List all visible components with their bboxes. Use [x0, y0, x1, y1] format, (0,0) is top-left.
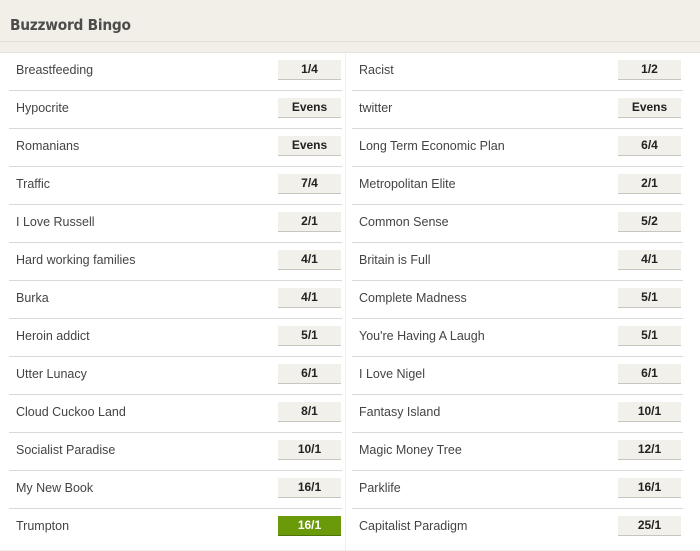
selections-column-right: Racist 1/2 twitter Evens Long Term Economic …	[352, 53, 683, 547]
buzzword-bingo-panel: Buzzword Bingo Breastfeeding 1/4 Hypocrite…	[0, 0, 700, 551]
selection-label: I Love Russell	[16, 215, 95, 229]
selection-label: Socialist Paradise	[16, 443, 116, 457]
selection-label: I Love Nigel	[359, 367, 426, 381]
odds-button[interactable]: 1/2	[618, 60, 681, 80]
selection-label: twitter	[359, 101, 393, 115]
selection-label: Capitalist Paradigm	[359, 519, 468, 533]
panel-title: Buzzword Bingo	[10, 16, 131, 34]
odds-button[interactable]: 12/1	[618, 440, 681, 460]
selection-row: I Love Russell 2/1	[9, 205, 342, 243]
selection-row: Heroin addict 5/1	[9, 319, 342, 357]
column-divider	[345, 53, 346, 551]
selection-label: Britain is Full	[359, 253, 431, 267]
selection-row: Metropolitan Elite 2/1	[352, 167, 683, 205]
odds-button[interactable]: 4/1	[278, 250, 341, 270]
selection-row: Common Sense 5/2	[352, 205, 683, 243]
selection-label: Parklife	[359, 481, 401, 495]
selection-label: Trumpton	[16, 519, 70, 533]
selection-label: Complete Madness	[359, 291, 467, 305]
selection-label: Magic Money Tree	[359, 443, 462, 457]
odds-button[interactable]: 6/1	[618, 364, 681, 384]
selection-label: Common Sense	[359, 215, 449, 229]
selection-row: Traffic 7/4	[9, 167, 342, 205]
odds-button[interactable]: Evens	[278, 136, 341, 156]
panel-header: Buzzword Bingo	[0, 0, 700, 42]
odds-button[interactable]: 5/2	[618, 212, 681, 232]
selection-label: Burka	[16, 291, 49, 305]
selection-row: Trumpton 16/1	[9, 509, 342, 547]
selection-row: Socialist Paradise 10/1	[9, 433, 342, 471]
selection-label: Fantasy Island	[359, 405, 441, 419]
odds-button[interactable]: 6/1	[278, 364, 341, 384]
selection-row: Burka 4/1	[9, 281, 342, 319]
selection-label: Breastfeeding	[16, 63, 94, 77]
selection-label: Romanians	[16, 139, 80, 153]
odds-button[interactable]: 4/1	[278, 288, 341, 308]
odds-button[interactable]: 4/1	[618, 250, 681, 270]
odds-button[interactable]: 16/1	[618, 478, 681, 498]
selection-row: twitter Evens	[352, 91, 683, 129]
odds-button[interactable]: 16/1	[278, 516, 341, 536]
selection-label: My New Book	[16, 481, 94, 495]
selection-row: Long Term Economic Plan 6/4	[352, 129, 683, 167]
selection-row: Breastfeeding 1/4	[9, 53, 342, 91]
selection-row: I Love Nigel 6/1	[352, 357, 683, 395]
odds-button[interactable]: Evens	[278, 98, 341, 118]
odds-button[interactable]: 8/1	[278, 402, 341, 422]
selection-row: You're Having A Laugh 5/1	[352, 319, 683, 357]
selection-label: Racist	[359, 63, 394, 77]
selection-label: Hypocrite	[16, 101, 69, 115]
selection-label: Metropolitan Elite	[359, 177, 456, 191]
odds-button[interactable]: 16/1	[278, 478, 341, 498]
selection-row: Romanians Evens	[9, 129, 342, 167]
odds-button[interactable]: 25/1	[618, 516, 681, 536]
selection-label: Heroin addict	[16, 329, 90, 343]
odds-button[interactable]: 1/4	[278, 60, 341, 80]
selection-row: Magic Money Tree 12/1	[352, 433, 683, 471]
selection-label: Hard working families	[16, 253, 136, 267]
odds-button[interactable]: 6/4	[618, 136, 681, 156]
odds-button[interactable]: Evens	[618, 98, 681, 118]
selections-column-left: Breastfeeding 1/4 Hypocrite Evens Romanians E…	[9, 53, 342, 547]
selection-label: Cloud Cuckoo Land	[16, 405, 126, 419]
selection-row: Racist 1/2	[352, 53, 683, 91]
market-grid: Breastfeeding 1/4 Hypocrite Evens Romanians E…	[0, 52, 700, 551]
selection-label: Long Term Economic Plan	[359, 139, 505, 153]
odds-button[interactable]: 5/1	[618, 326, 681, 346]
selection-row: Britain is Full 4/1	[352, 243, 683, 281]
selection-row: Hypocrite Evens	[9, 91, 342, 129]
odds-button[interactable]: 2/1	[278, 212, 341, 232]
odds-button[interactable]: 5/1	[278, 326, 341, 346]
selection-label: Traffic	[16, 177, 51, 191]
selection-row: Fantasy Island 10/1	[352, 395, 683, 433]
selection-row: My New Book 16/1	[9, 471, 342, 509]
odds-button[interactable]: 5/1	[618, 288, 681, 308]
selection-row: Parklife 16/1	[352, 471, 683, 509]
selection-label: Utter Lunacy	[16, 367, 87, 381]
odds-button[interactable]: 7/4	[278, 174, 341, 194]
odds-button[interactable]: 10/1	[618, 402, 681, 422]
selection-row: Cloud Cuckoo Land 8/1	[9, 395, 342, 433]
selection-row: Utter Lunacy 6/1	[9, 357, 342, 395]
odds-button[interactable]: 10/1	[278, 440, 341, 460]
selection-row: Complete Madness 5/1	[352, 281, 683, 319]
odds-button[interactable]: 2/1	[618, 174, 681, 194]
selection-label: You're Having A Laugh	[359, 329, 485, 343]
selection-row: Capitalist Paradigm 25/1	[352, 509, 683, 547]
selection-row: Hard working families 4/1	[9, 243, 342, 281]
